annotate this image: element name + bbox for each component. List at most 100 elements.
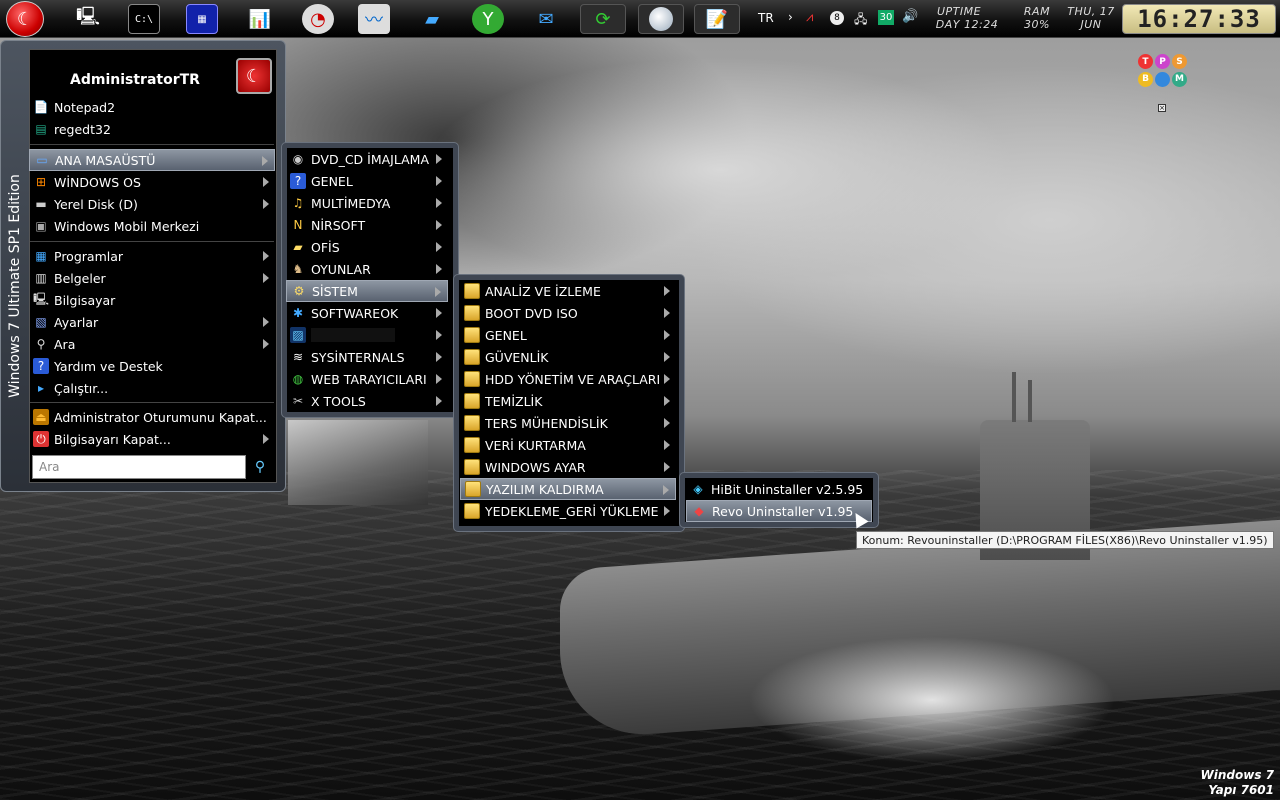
computer-icon[interactable]: 🖳 [72,4,104,34]
lvl2-yedekleme-geri-yukleme[interactable]: YEDEKLEME_GERİ YÜKLEME [460,500,676,522]
lvl3-hibit-uninstaller-v2-5-95[interactable]: ◈ HiBit Uninstaller v2.5.95 [686,478,872,500]
lvl2-analiz-ve-izleme[interactable]: ANALİZ VE İZLEME [460,280,676,302]
menu-item-label: DVD_CD İMAJLAMA [311,151,430,167]
folder-icon [464,415,480,431]
speed-gauge-icon[interactable]: ◔ [302,4,334,34]
tools-icon[interactable]: Y [472,4,504,34]
start-item-regedt32[interactable]: ▤ regedt32 [29,118,275,140]
lvl1-multimedya[interactable]: ♫ MULTİMEDYA [286,192,448,214]
menu-item-label: WİNDOWS OS [54,174,141,190]
chevron-right-icon [263,199,269,209]
task-manager-icon[interactable]: 📊 [244,4,276,34]
user-avatar[interactable]: ☾ [236,58,272,94]
lvl2-windows-ayar[interactable]: WINDOWS AYAR [460,456,676,478]
desktop-icon: ▭ [36,153,48,167]
chevron-right-icon [664,418,670,428]
menu-item-label: Administrator Oturumunu Kapat... [54,409,267,425]
drive-icon[interactable]: ▰ [416,4,448,34]
menu-item-label: YEDEKLEME_GERİ YÜKLEME [485,503,659,519]
start-item-notepad2[interactable]: 📄 Notepad2 [29,96,275,118]
folder-icon [464,349,480,365]
desktop-gadget-logo[interactable]: T P S B M [1138,54,1188,88]
user-name: AdministratorTR [70,72,200,88]
search-icon[interactable]: ⚲ [250,457,270,477]
lvl3-revo-uninstaller-v1-95[interactable]: ◆ Revo Uninstaller v1.95 [686,500,872,522]
network-graph-icon[interactable]: ⩘ [806,10,813,25]
menu-item-label: X TOOLS [311,393,366,409]
chevron-right-icon [436,176,442,186]
start-item-belgeler[interactable]: ▥ Belgeler [29,267,275,289]
lvl1-nirsoft[interactable]: N NİRSOFT [286,214,448,236]
folder-icon [464,305,480,321]
lvl1-softwareok[interactable]: ✱ SOFTWAREOK [286,302,448,324]
chevron-right-icon [263,339,269,349]
performance-monitor-icon[interactable]: 〰 [358,4,390,34]
chevron-right-icon [664,506,670,516]
digital-clock[interactable]: 16:27:33 [1122,4,1276,34]
start-item-windows-os[interactable]: ⊞ WİNDOWS OS [29,171,275,193]
lvl2-genel[interactable]: GENEL [460,324,676,346]
watermark-line: Windows 7 [1200,768,1274,782]
start-item-ayarlar[interactable]: ▧ Ayarlar [29,311,275,333]
logo-letter: P [1155,54,1170,69]
tray-expand-icon[interactable]: › [788,10,793,24]
lvl2-ters-muhendislik[interactable]: TERS MÜHENDİSLİK [460,412,676,434]
logo-globe-icon [1155,71,1170,87]
lvl1-blank[interactable]: ▨ [286,324,448,346]
lvl2-veri-kurtarma[interactable]: VERİ KURTARMA [460,434,676,456]
screensaver-icon[interactable]: ▦ [186,4,218,34]
programs-icon: ▦ [35,249,47,263]
lvl1-genel[interactable]: ? GENEL [286,170,448,192]
mail-icon[interactable]: ✉ [530,4,562,34]
lvl1-dvd-cd-imajlama[interactable]: ◉ DVD_CD İMAJLAMA [286,148,448,170]
system-icon: ⚙ [293,284,305,298]
wallpaper-submarine-mast [1028,380,1032,422]
start-item-administrator-oturumunu-kapat[interactable]: ⏏ Administrator Oturumunu Kapat... [29,406,275,428]
lvl1-ofis[interactable]: ▰ OFİS [286,236,448,258]
chevron-right-icon [664,352,670,362]
start-search-input[interactable]: Ara [32,455,246,479]
gadget-close-icon[interactable]: × [1158,104,1166,112]
menu-item-label: SİSTEM [312,283,358,299]
lvl1-x-tools[interactable]: ✂ X TOOLS [286,390,448,412]
cmd-icon[interactable]: C:\ [128,4,160,34]
lvl1-sistem[interactable]: ⚙ SİSTEM [286,280,448,302]
menu-separator [30,144,274,145]
menu-item-label: Yardım ve Destek [54,358,163,374]
revo-icon: ◆ [694,504,704,518]
start-button[interactable]: ☾ [6,1,44,37]
start-item-bilgisayari-kapat[interactable]: ⏻ Bilgisayarı Kapat... [29,428,275,450]
start-item-programlar[interactable]: ▦ Programlar [29,245,275,267]
menu-item-label: OYUNLAR [311,261,371,277]
network-icon[interactable]: 🖧 [854,10,867,31]
start-item-windows-mobil-merkezi[interactable]: ▣ Windows Mobil Merkezi [29,215,275,237]
start-item-bilgisayar[interactable]: 🖳 Bilgisayar [29,289,275,311]
lvl2-temizlik[interactable]: TEMİZLİK [460,390,676,412]
menu-item-label: TERS MÜHENDİSLİK [485,415,608,431]
lvl1-sysinternals[interactable]: ≋ SYSİNTERNALS [286,346,448,368]
menu-item-label: HiBit Uninstaller v2.5.95 [711,481,864,497]
lvl2-boot-dvd-iso[interactable]: BOOT DVD ISO [460,302,676,324]
volume-icon[interactable]: 🔊 [902,9,918,24]
menu-item-label: Bilgisayar [54,292,116,308]
language-indicator[interactable]: TR [758,11,774,25]
notepad-icon[interactable]: 📝 [694,4,740,34]
chevron-right-icon [436,198,442,208]
lvl2-guvenlik[interactable]: GÜVENLİK [460,346,676,368]
start-item-yardim-ve-destek[interactable]: ? Yardım ve Destek [29,355,275,377]
start-item-calistir[interactable]: ▸ Çalıştır... [29,377,275,399]
start-item-ana-masaustu[interactable]: ▭ ANA MASAÜSTÜ [29,149,275,171]
security-icon[interactable]: 8 [830,11,844,25]
lvl2-hdd-yonetim-ve-araclari[interactable]: HDD YÖNETİM VE ARAÇLARI [460,368,676,390]
update-icon[interactable]: ⟳ [580,4,626,34]
tray-badge[interactable]: 30 [878,10,894,25]
lvl1-oyunlar[interactable]: ♞ OYUNLAR [286,258,448,280]
start-item-ara[interactable]: ⚲ Ara [29,333,275,355]
start-item-yerel-disk-d[interactable]: ▬ Yerel Disk (D) [29,193,275,215]
chevron-right-icon [263,317,269,327]
moon-icon[interactable] [638,4,684,34]
wallpaper-spray [620,580,1140,780]
start-menu-edition-banner: Windows 7 Ultimate SP1 Edition [7,174,23,398]
lvl1-web-tarayicilari[interactable]: ◍ WEB TARAYICILARI [286,368,448,390]
lvl2-yazilim-kaldirma[interactable]: YAZILIM KALDIRMA [460,478,676,500]
